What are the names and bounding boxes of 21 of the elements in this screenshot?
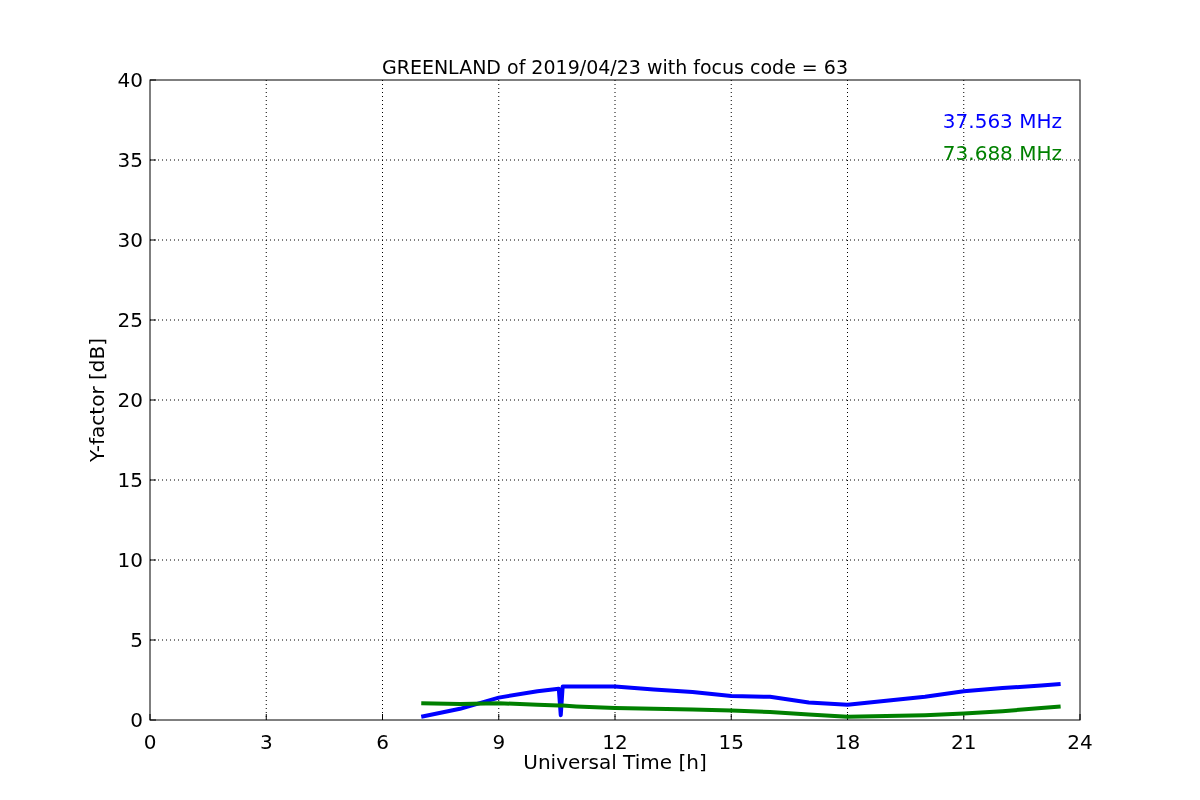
y-tick-label: 40 [117, 68, 143, 92]
x-tick-label: 6 [376, 730, 389, 754]
y-tick-label: 5 [130, 628, 143, 652]
x-tick-label: 21 [951, 730, 977, 754]
x-tick-label: 15 [718, 730, 744, 754]
y-tick-label: 15 [117, 468, 143, 492]
y-axis-label: Y-factor [dB] [85, 338, 109, 462]
legend-label: 37.563 MHz [942, 109, 1062, 133]
y-tick-label: 35 [117, 148, 143, 172]
x-tick-label: 0 [143, 730, 157, 754]
y-tick-label: 25 [117, 308, 143, 332]
x-tick-label: 3 [259, 730, 273, 754]
y-tick-label: 10 [117, 548, 143, 572]
y-tick-label: 0 [130, 708, 143, 732]
legend-label: 73.688 MHz [942, 141, 1062, 165]
y-tick-label: 20 [117, 388, 143, 412]
y-tick-label: 30 [117, 228, 143, 252]
x-tick-label: 18 [834, 730, 861, 754]
x-tick-label: 24 [1067, 730, 1093, 754]
x-tick-label: 9 [492, 730, 506, 754]
chart-title: GREENLAND of 2019/04/23 with focus code = 63 [382, 56, 848, 78]
